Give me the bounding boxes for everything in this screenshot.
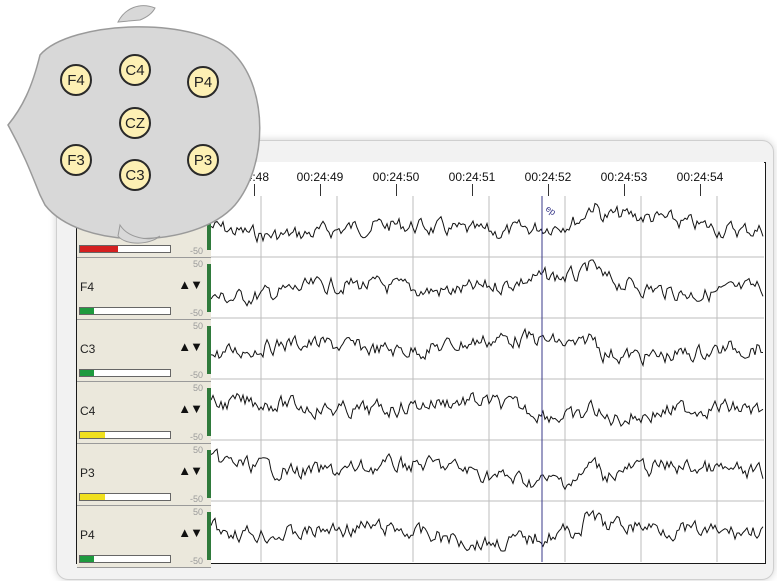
- channel-row-c4[interactable]: 50 C4 ▲▼ -50: [77, 382, 211, 444]
- scale-up-down-icon[interactable]: ▲▼: [178, 525, 203, 540]
- channel-row-p3[interactable]: 50 P3 ▲▼ -50: [77, 444, 211, 506]
- electrode-f3[interactable]: F3: [60, 144, 92, 176]
- signal-level-meter: [79, 493, 171, 501]
- channel-row-c3[interactable]: 50 C3 ▲▼ -50: [77, 320, 211, 382]
- head-top-bump: [117, 5, 156, 23]
- electrode-label: P4: [194, 74, 212, 91]
- scale-up-down-icon[interactable]: ▲▼: [178, 277, 203, 292]
- electrode-c3[interactable]: C3: [119, 159, 151, 191]
- trace-p4: [211, 509, 764, 552]
- scale-min: -50: [189, 308, 203, 318]
- signal-level-meter: [79, 307, 171, 315]
- channel-name: P4: [80, 528, 95, 542]
- electrode-label: C3: [125, 167, 144, 184]
- scale-min: -50: [189, 556, 203, 566]
- trace-c3: [211, 327, 764, 368]
- scale-up-down-icon[interactable]: ▲▼: [178, 401, 203, 416]
- scale-min: -50: [189, 370, 203, 380]
- channel-row-f4[interactable]: 50 F4 ▲▼ -50: [77, 258, 211, 320]
- electrode-c4[interactable]: C4: [119, 54, 151, 86]
- scale-max: 50: [192, 321, 203, 331]
- trace-f4: [211, 259, 764, 307]
- signal-level-fill: [80, 494, 106, 500]
- channel-list: F3▲▼-5050F4▲▼-5050C3▲▼-5050C4▲▼-5050P3▲▼…: [77, 196, 211, 568]
- time-tick: [548, 184, 549, 196]
- time-label: 00:24:53: [600, 170, 648, 184]
- time-tick: [472, 184, 473, 196]
- channel-name: F4: [80, 280, 95, 294]
- electrode-cz[interactable]: CZ: [119, 107, 151, 139]
- scale-max: 50: [192, 259, 203, 269]
- scale-max: 50: [192, 445, 203, 455]
- channel-name: C4: [80, 404, 96, 418]
- channel-name: P3: [80, 466, 95, 480]
- scale-max: 50: [192, 383, 203, 393]
- electrode-p4[interactable]: P4: [187, 66, 219, 98]
- time-label: 00:24:54: [676, 170, 724, 184]
- signal-level-meter: [79, 431, 171, 439]
- scale-min: -50: [189, 494, 203, 504]
- time-label: 00:24:50: [372, 170, 420, 184]
- trace-area[interactable]: ep: [211, 196, 764, 562]
- time-tick: [700, 184, 701, 196]
- trace-p3: [211, 448, 764, 491]
- electrode-label: C4: [125, 62, 144, 79]
- time-tick: [396, 184, 397, 196]
- electrode-head-map: F4 C4 P4 CZ F3 C3 P3: [7, 5, 261, 244]
- signal-level-meter: [79, 555, 171, 563]
- timeline-bar[interactable]: 24:48 00:24:49 00:24:50 00:24:51 00:24:52 00:…: [210, 162, 764, 197]
- scale-min: -50: [189, 432, 203, 442]
- channel-name: C3: [80, 342, 96, 356]
- signal-level-meter: [79, 369, 171, 377]
- electrode-label: F4: [67, 72, 85, 89]
- electrode-label: P3: [194, 152, 212, 169]
- time-label: 00:24:52: [524, 170, 572, 184]
- channel-row-p4[interactable]: 50 P4 ▲▼ -50: [77, 506, 211, 568]
- time-tick: [320, 184, 321, 196]
- time-label: 00:24:49: [296, 170, 344, 184]
- electrode-f4[interactable]: F4: [60, 64, 92, 96]
- time-tick: [624, 184, 625, 196]
- trace-f3: [211, 202, 764, 244]
- event-marker-label: ep: [544, 203, 558, 217]
- scale-max: 50: [192, 507, 203, 517]
- electrode-p3[interactable]: P3: [187, 144, 219, 176]
- scale-up-down-icon[interactable]: ▲▼: [178, 463, 203, 478]
- scale-up-down-icon[interactable]: ▲▼: [178, 339, 203, 354]
- signal-level-fill: [80, 308, 94, 314]
- trace-c4: [211, 391, 764, 428]
- electrode-label: CZ: [125, 115, 145, 132]
- signal-level-fill: [80, 556, 94, 562]
- signal-level-fill: [80, 370, 94, 376]
- electrode-label: F3: [67, 152, 85, 169]
- time-label: 00:24:51: [448, 170, 496, 184]
- signal-level-fill: [80, 432, 106, 438]
- eeg-traces[interactable]: ep: [211, 196, 764, 562]
